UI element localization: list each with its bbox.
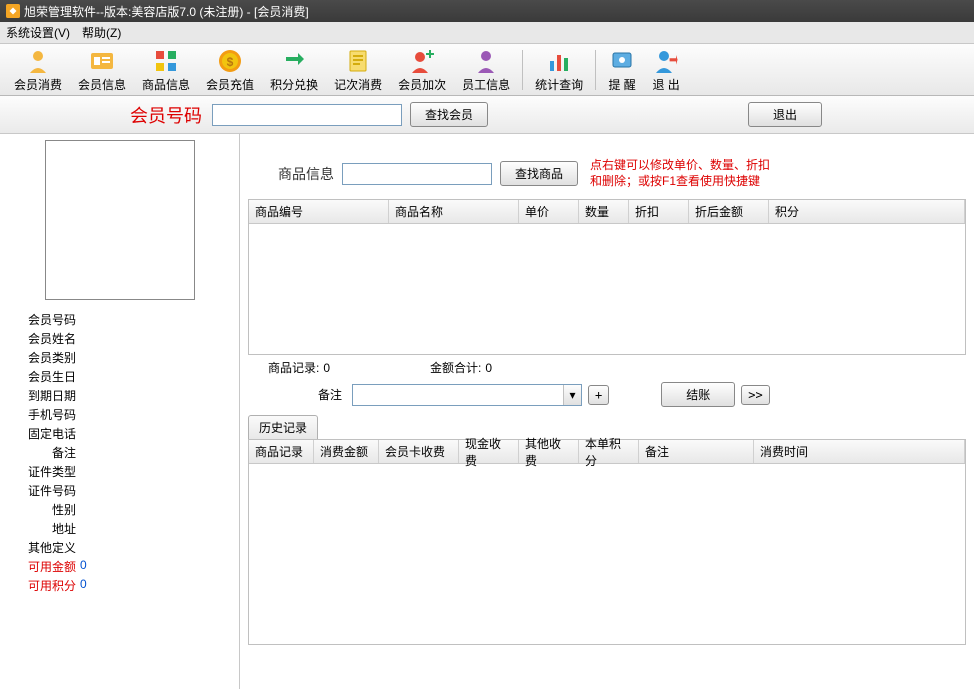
tb-exit[interactable]: 退 出	[644, 45, 688, 95]
svg-text:$: $	[227, 55, 234, 69]
col-hremark[interactable]: 备注	[639, 440, 754, 463]
more-button[interactable]: >>	[741, 385, 769, 405]
field-label: 到期日期	[6, 387, 76, 404]
left-panel: 会员号码 会员姓名 会员类别 会员生日 到期日期 手机号码 固定电话 备注 证件…	[0, 134, 240, 689]
menu-help[interactable]: 帮助(Z)	[82, 24, 121, 41]
member-fields: 会员号码 会员姓名 会员类别 会员生日 到期日期 手机号码 固定电话 备注 证件…	[6, 310, 233, 595]
product-table-header: 商品编号 商品名称 单价 数量 折扣 折后金额 积分	[249, 200, 965, 224]
exit-icon	[652, 47, 680, 75]
field-label: 会员生日	[6, 368, 76, 385]
member-no-input[interactable]	[212, 104, 402, 126]
col-qty[interactable]: 数量	[579, 200, 629, 223]
menu-settings[interactable]: 系统设置(V)	[6, 24, 70, 41]
chart-icon	[545, 47, 573, 75]
col-disc[interactable]: 折扣	[629, 200, 689, 223]
col-hrec[interactable]: 商品记录	[249, 440, 314, 463]
checkout-button[interactable]: 结账	[661, 382, 735, 407]
grid-icon	[152, 47, 180, 75]
field-label: 固定电话	[6, 425, 76, 442]
col-code[interactable]: 商品编号	[249, 200, 389, 223]
field-label: 证件号码	[6, 482, 76, 499]
col-after[interactable]: 折后金额	[689, 200, 769, 223]
field-label: 地址	[6, 520, 76, 537]
col-hamt[interactable]: 消费金额	[314, 440, 379, 463]
toolbar: 会员消费 会员信息 商品信息 $ 会员充值 积分兑换 记次消费 会员加次 员工信…	[0, 44, 974, 96]
field-label: 性别	[6, 501, 76, 518]
points-label: 可用积分	[6, 577, 76, 594]
amount-total-label: 金额合计:	[430, 359, 481, 376]
tb-consume[interactable]: 会员消费	[6, 45, 70, 95]
plus-button[interactable]: +	[588, 385, 609, 405]
product-search-row: 商品信息 查找商品 点右键可以修改单价、数量、折扣 和删除；或按F1查看使用快捷…	[248, 140, 966, 199]
rec-count-value: 0	[323, 361, 330, 375]
exit-button[interactable]: 退出	[748, 102, 822, 127]
staff-icon	[472, 47, 500, 75]
col-htime[interactable]: 消费时间	[754, 440, 965, 463]
summary-row: 商品记录: 0 金额合计: 0	[248, 355, 966, 378]
person-plus-icon	[408, 47, 436, 75]
person-card-icon	[88, 47, 116, 75]
amount-total-value: 0	[485, 361, 492, 375]
history-table-header: 商品记录 消费金额 会员卡收费 现金收费 其他收费 本单积分 备注 消费时间	[249, 440, 965, 464]
find-member-button[interactable]: 查找会员	[410, 102, 488, 127]
balance-value: 0	[80, 558, 87, 575]
tb-recharge[interactable]: $ 会员充值	[198, 45, 262, 95]
points-value: 0	[80, 577, 87, 594]
tb-remind[interactable]: 提 醒	[600, 45, 644, 95]
col-hcash[interactable]: 现金收费	[459, 440, 519, 463]
right-panel: 商品信息 查找商品 点右键可以修改单价、数量、折扣 和删除；或按F1查看使用快捷…	[240, 134, 974, 689]
history-table: 商品记录 消费金额 会员卡收费 现金收费 其他收费 本单积分 备注 消费时间	[248, 439, 966, 645]
col-price[interactable]: 单价	[519, 200, 579, 223]
person-buy-icon	[24, 47, 52, 75]
field-label: 手机号码	[6, 406, 76, 423]
menubar: 系统设置(V) 帮助(Z)	[0, 22, 974, 44]
tb-points[interactable]: 积分兑换	[262, 45, 326, 95]
exchange-icon	[280, 47, 308, 75]
product-table-body[interactable]	[249, 224, 965, 354]
remark-row: 备注 ▾ + 结账 >>	[248, 378, 966, 415]
coin-icon: $	[216, 47, 244, 75]
field-label: 会员姓名	[6, 330, 76, 347]
bell-icon	[608, 47, 636, 75]
balance-label: 可用金额	[6, 558, 76, 575]
title-text: 旭荣管理软件--版本:美容店版7.0 (未注册) - [会员消费]	[24, 3, 309, 20]
product-label: 商品信息	[278, 164, 334, 184]
remark-combo[interactable]: ▾	[352, 384, 582, 406]
field-label: 备注	[6, 444, 76, 461]
col-hpts[interactable]: 本单积分	[579, 440, 639, 463]
rec-count-label: 商品记录:	[268, 359, 319, 376]
field-label: 会员号码	[6, 311, 76, 328]
tb-info[interactable]: 会员信息	[70, 45, 134, 95]
main-area: 会员号码 会员姓名 会员类别 会员生日 到期日期 手机号码 固定电话 备注 证件…	[0, 134, 974, 689]
remark-label: 备注	[318, 386, 342, 403]
field-label: 其他定义	[6, 539, 76, 556]
member-search-bar: 会员号码 查找会员 退出	[0, 96, 974, 134]
col-name[interactable]: 商品名称	[389, 200, 519, 223]
history-tab[interactable]: 历史记录	[248, 415, 318, 439]
find-product-button[interactable]: 查找商品	[500, 161, 578, 186]
note-icon	[344, 47, 372, 75]
hint-text: 点右键可以修改单价、数量、折扣 和删除；或按F1查看使用快捷键	[590, 158, 770, 189]
tb-staff[interactable]: 员工信息	[454, 45, 518, 95]
tb-stats[interactable]: 统计查询	[527, 45, 591, 95]
member-no-label: 会员号码	[130, 102, 202, 128]
field-label: 会员类别	[6, 349, 76, 366]
tb-product[interactable]: 商品信息	[134, 45, 198, 95]
history-table-body[interactable]	[249, 464, 965, 644]
tb-addcount[interactable]: 会员加次	[390, 45, 454, 95]
col-hother[interactable]: 其他收费	[519, 440, 579, 463]
product-table: 商品编号 商品名称 单价 数量 折扣 折后金额 积分	[248, 199, 966, 355]
toolbar-separator	[595, 50, 596, 90]
field-label: 证件类型	[6, 463, 76, 480]
tb-count[interactable]: 记次消费	[326, 45, 390, 95]
toolbar-separator	[522, 50, 523, 90]
chevron-down-icon[interactable]: ▾	[563, 385, 581, 405]
titlebar: 旭荣管理软件--版本:美容店版7.0 (未注册) - [会员消费]	[0, 0, 974, 22]
product-search-input[interactable]	[342, 163, 492, 185]
col-hcard[interactable]: 会员卡收费	[379, 440, 459, 463]
app-icon	[6, 4, 20, 18]
col-pts[interactable]: 积分	[769, 200, 965, 223]
member-photo-box	[45, 140, 195, 300]
